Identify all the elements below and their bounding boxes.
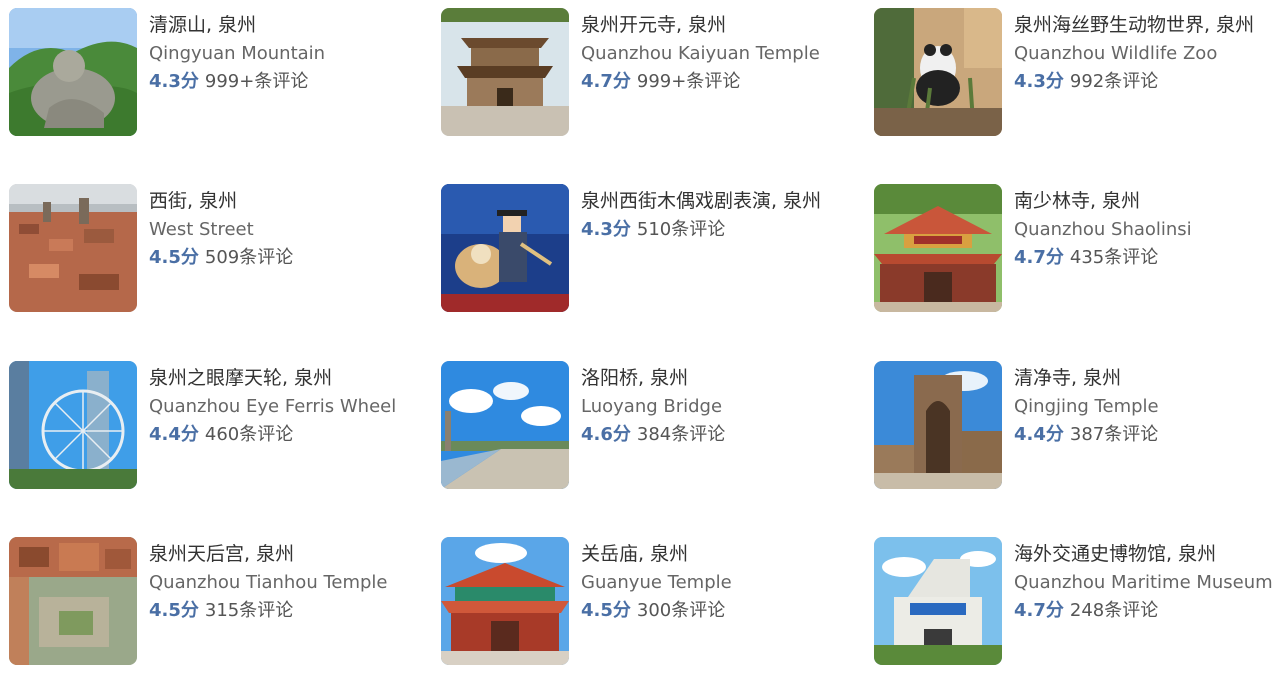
attraction-subtitle: Quanzhou Maritime Museum bbox=[1014, 572, 1273, 593]
attraction-title[interactable]: 泉州海丝野生动物世界, 泉州 bbox=[1014, 12, 1254, 38]
attraction-thumbnail[interactable] bbox=[441, 537, 569, 665]
attraction-card[interactable]: 清净寺, 泉州 Qingjing Temple 4.4分 387条评论 bbox=[874, 361, 1280, 491]
rating-row: 4.7分 435条评论 bbox=[1014, 246, 1158, 270]
attraction-thumbnail[interactable] bbox=[874, 8, 1002, 136]
attraction-thumbnail[interactable] bbox=[874, 184, 1002, 312]
attraction-thumbnail[interactable] bbox=[441, 8, 569, 136]
attraction-card[interactable]: 南少林寺, 泉州 Quanzhou Shaolinsi 4.7分 435条评论 bbox=[874, 184, 1280, 314]
mountain-statue-image bbox=[9, 8, 137, 136]
shaolin-temple-image bbox=[874, 184, 1002, 312]
ferris-wheel-image bbox=[9, 361, 137, 489]
review-count[interactable]: 510条评论 bbox=[637, 219, 725, 240]
review-count[interactable]: 248条评论 bbox=[1070, 600, 1158, 621]
review-count[interactable]: 999+条评论 bbox=[205, 71, 308, 92]
attraction-title[interactable]: 海外交通史博物馆, 泉州 bbox=[1014, 541, 1216, 567]
review-count[interactable]: 387条评论 bbox=[1070, 424, 1158, 445]
rating-row: 4.7分 248条评论 bbox=[1014, 599, 1158, 623]
review-count[interactable]: 509条评论 bbox=[205, 247, 293, 268]
review-count[interactable]: 300条评论 bbox=[637, 600, 725, 621]
rating-score: 4.3分 bbox=[1014, 71, 1064, 92]
attraction-subtitle: Qingyuan Mountain bbox=[149, 43, 326, 64]
attraction-thumbnail[interactable] bbox=[9, 537, 137, 665]
review-count[interactable]: 992条评论 bbox=[1070, 71, 1158, 92]
attraction-subtitle: Quanzhou Shaolinsi bbox=[1014, 219, 1192, 240]
rating-row: 4.6分 384条评论 bbox=[581, 423, 725, 447]
attraction-title[interactable]: 泉州之眼摩天轮, 泉州 bbox=[149, 365, 332, 391]
rating-score: 4.7分 bbox=[581, 71, 631, 92]
attraction-title[interactable]: 泉州开元寺, 泉州 bbox=[581, 12, 726, 38]
attraction-thumbnail[interactable] bbox=[9, 184, 137, 312]
attraction-subtitle: Qingjing Temple bbox=[1014, 396, 1159, 417]
attraction-thumbnail[interactable] bbox=[441, 361, 569, 489]
attraction-card[interactable]: 泉州之眼摩天轮, 泉州 Quanzhou Eye Ferris Wheel 4.… bbox=[9, 361, 429, 491]
attraction-grid: 清源山, 泉州 Qingyuan Mountain 4.3分 999+条评论 泉州… bbox=[0, 0, 1280, 676]
rating-row: 4.5分 300条评论 bbox=[581, 599, 725, 623]
attraction-subtitle: Guanyue Temple bbox=[581, 572, 732, 593]
attraction-title[interactable]: 清净寺, 泉州 bbox=[1014, 365, 1121, 391]
rating-row: 4.4分 387条评论 bbox=[1014, 423, 1158, 447]
rating-score: 4.5分 bbox=[149, 247, 199, 268]
maritime-museum-image bbox=[874, 537, 1002, 665]
attraction-card[interactable]: 关岳庙, 泉州 Guanyue Temple 4.5分 300条评论 bbox=[441, 537, 861, 667]
review-count[interactable]: 999+条评论 bbox=[637, 71, 740, 92]
rating-score: 4.3分 bbox=[149, 71, 199, 92]
attraction-subtitle: Quanzhou Tianhou Temple bbox=[149, 572, 388, 593]
attraction-card[interactable]: 泉州天后宫, 泉州 Quanzhou Tianhou Temple 4.5分 31… bbox=[9, 537, 429, 667]
review-count[interactable]: 460条评论 bbox=[205, 424, 293, 445]
review-count[interactable]: 315条评论 bbox=[205, 600, 293, 621]
attraction-card[interactable]: 泉州开元寺, 泉州 Quanzhou Kaiyuan Temple 4.7分 99… bbox=[441, 8, 861, 138]
rating-score: 4.6分 bbox=[581, 424, 631, 445]
attraction-subtitle: Quanzhou Kaiyuan Temple bbox=[581, 43, 820, 64]
attraction-title[interactable]: 南少林寺, 泉州 bbox=[1014, 188, 1140, 214]
attraction-thumbnail[interactable] bbox=[9, 8, 137, 136]
puppet-show-image bbox=[441, 184, 569, 312]
attraction-title[interactable]: 洛阳桥, 泉州 bbox=[581, 365, 688, 391]
rating-score: 4.7分 bbox=[1014, 247, 1064, 268]
rating-score: 4.3分 bbox=[581, 219, 631, 240]
attraction-card[interactable]: 洛阳桥, 泉州 Luoyang Bridge 4.6分 384条评论 bbox=[441, 361, 861, 491]
review-count[interactable]: 435条评论 bbox=[1070, 247, 1158, 268]
rating-row: 4.3分 999+条评论 bbox=[149, 70, 308, 94]
rating-score: 4.7分 bbox=[1014, 600, 1064, 621]
mosque-image bbox=[874, 361, 1002, 489]
attraction-subtitle: Luoyang Bridge bbox=[581, 396, 723, 417]
attraction-card[interactable]: 泉州西街木偶戏剧表演, 泉州 4.3分 510条评论 bbox=[441, 184, 861, 314]
rating-row: 4.5分 315条评论 bbox=[149, 599, 293, 623]
rating-row: 4.4分 460条评论 bbox=[149, 423, 293, 447]
rating-row: 4.3分 992条评论 bbox=[1014, 70, 1158, 94]
attraction-title[interactable]: 清源山, 泉州 bbox=[149, 12, 256, 38]
attraction-card[interactable]: 海外交通史博物馆, 泉州 Quanzhou Maritime Museum 4.… bbox=[874, 537, 1280, 667]
attraction-title[interactable]: 西街, 泉州 bbox=[149, 188, 237, 214]
stone-bridge-image bbox=[441, 361, 569, 489]
pagoda-temple-image bbox=[441, 8, 569, 136]
city-rooftops-image bbox=[9, 184, 137, 312]
attraction-title[interactable]: 泉州天后宫, 泉州 bbox=[149, 541, 294, 567]
attraction-subtitle: Quanzhou Eye Ferris Wheel bbox=[149, 396, 397, 417]
attraction-card[interactable]: 清源山, 泉州 Qingyuan Mountain 4.3分 999+条评论 bbox=[9, 8, 429, 138]
attraction-title[interactable]: 关岳庙, 泉州 bbox=[581, 541, 688, 567]
rating-score: 4.4分 bbox=[1014, 424, 1064, 445]
attraction-subtitle: Quanzhou Wildlife Zoo bbox=[1014, 43, 1218, 64]
attraction-thumbnail[interactable] bbox=[9, 361, 137, 489]
rating-score: 4.4分 bbox=[149, 424, 199, 445]
rating-row: 4.7分 999+条评论 bbox=[581, 70, 740, 94]
rating-row: 4.5分 509条评论 bbox=[149, 246, 293, 270]
review-count[interactable]: 384条评论 bbox=[637, 424, 725, 445]
temple-aerial-image bbox=[9, 537, 137, 665]
rating-score: 4.5分 bbox=[581, 600, 631, 621]
attraction-card[interactable]: 泉州海丝野生动物世界, 泉州 Quanzhou Wildlife Zoo 4.3… bbox=[874, 8, 1280, 138]
attraction-thumbnail[interactable] bbox=[874, 537, 1002, 665]
attraction-subtitle: West Street bbox=[149, 219, 254, 240]
attraction-title[interactable]: 泉州西街木偶戏剧表演, 泉州 bbox=[581, 188, 821, 214]
guanyue-temple-image bbox=[441, 537, 569, 665]
attraction-thumbnail[interactable] bbox=[441, 184, 569, 312]
rating-row: 4.3分 510条评论 bbox=[581, 218, 725, 242]
rating-score: 4.5分 bbox=[149, 600, 199, 621]
attraction-card[interactable]: 西街, 泉州 West Street 4.5分 509条评论 bbox=[9, 184, 429, 314]
attraction-thumbnail[interactable] bbox=[874, 361, 1002, 489]
panda-zoo-image bbox=[874, 8, 1002, 136]
